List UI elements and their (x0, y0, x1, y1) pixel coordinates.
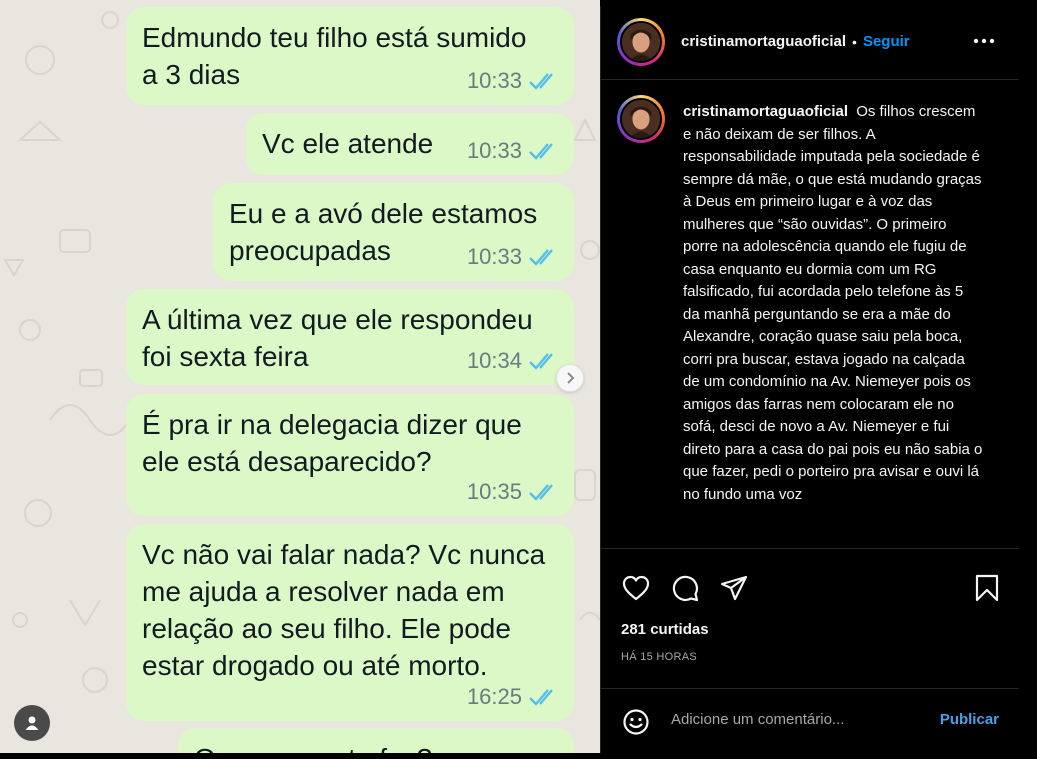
header-username-link[interactable]: cristinamortaguaoficial (681, 33, 846, 50)
caption-section: cristinamortaguaoficial Os filhos cresce… (601, 81, 1019, 547)
user-icon (25, 716, 39, 730)
message-time: 16:25 (466, 684, 522, 709)
double-check-icon (529, 248, 553, 266)
more-horizontal-icon (973, 38, 995, 44)
emoji-button[interactable] (621, 707, 651, 737)
likes-count[interactable]: 281 curtidas (621, 621, 709, 638)
message-time: 10:33 (466, 138, 522, 163)
chat-message: O que a gente faz? (178, 728, 574, 753)
profile-photo (622, 100, 660, 138)
post-sidebar: cristinamortaguaoficial • Seguir cristin… (600, 6, 1019, 753)
caption-avatar[interactable] (617, 95, 665, 143)
message-time: 10:34 (466, 348, 522, 373)
comment-input[interactable] (671, 711, 921, 728)
message-time: 10:35 (466, 479, 522, 504)
post-caption: cristinamortaguaoficial Os filhos cresce… (683, 101, 983, 506)
message-text: É pra ir na delegacia dizer que ele está… (142, 409, 522, 477)
message-text: O que a gente faz? (194, 740, 558, 753)
follow-button[interactable]: Seguir (863, 33, 910, 50)
chevron-right-icon (567, 372, 575, 384)
more-options-button[interactable] (971, 28, 997, 54)
comment-form: Publicar (601, 688, 1019, 753)
chat-message: Eu e a avó dele estamos preocupadas 10:3… (213, 183, 574, 281)
double-check-icon (529, 72, 553, 90)
message-time: 10:33 (466, 244, 522, 269)
double-check-icon (529, 688, 553, 706)
message-text: Vc não vai falar nada? Vc nunca me ajuda… (142, 539, 546, 681)
caption-text: Os filhos crescem e não deixam de ser fi… (683, 103, 983, 503)
emoji-icon (623, 709, 649, 735)
comment-icon (672, 575, 699, 602)
chat-message: Vc ele atende 10:33 (246, 113, 574, 175)
heart-icon (622, 575, 650, 601)
chat-message: É pra ir na delegacia dizer que ele está… (126, 394, 574, 516)
chat-screenshot: Edmundo teu filho está sumido a 3 dias 1… (0, 0, 600, 753)
chat-message: Edmundo teu filho está sumido a 3 dias 1… (126, 7, 574, 105)
carousel-next-button[interactable] (556, 364, 584, 392)
share-icon (720, 575, 748, 601)
chat-message: Vc não vai falar nada? Vc nunca me ajuda… (126, 524, 574, 721)
caption-username-link[interactable]: cristinamortaguaoficial (683, 103, 848, 120)
tagged-users-button[interactable] (14, 705, 50, 741)
chat-message: A última vez que ele respondeu foi sexta… (126, 289, 574, 385)
double-check-icon (529, 352, 553, 370)
share-button[interactable] (719, 573, 749, 603)
post-header: cristinamortaguaoficial • Seguir (601, 6, 1019, 80)
comment-button[interactable] (670, 573, 700, 603)
bookmark-icon (975, 574, 999, 602)
publish-button[interactable]: Publicar (940, 711, 999, 728)
post-timestamp[interactable]: HÁ 15 HORAS (621, 651, 697, 663)
avatar[interactable] (617, 18, 665, 66)
message-time: 10:33 (466, 68, 522, 93)
profile-photo (622, 23, 660, 61)
like-button[interactable] (621, 573, 651, 603)
save-button[interactable] (972, 573, 1002, 603)
double-check-icon (529, 483, 553, 501)
separator-dot: • (852, 33, 857, 50)
double-check-icon (529, 142, 553, 160)
